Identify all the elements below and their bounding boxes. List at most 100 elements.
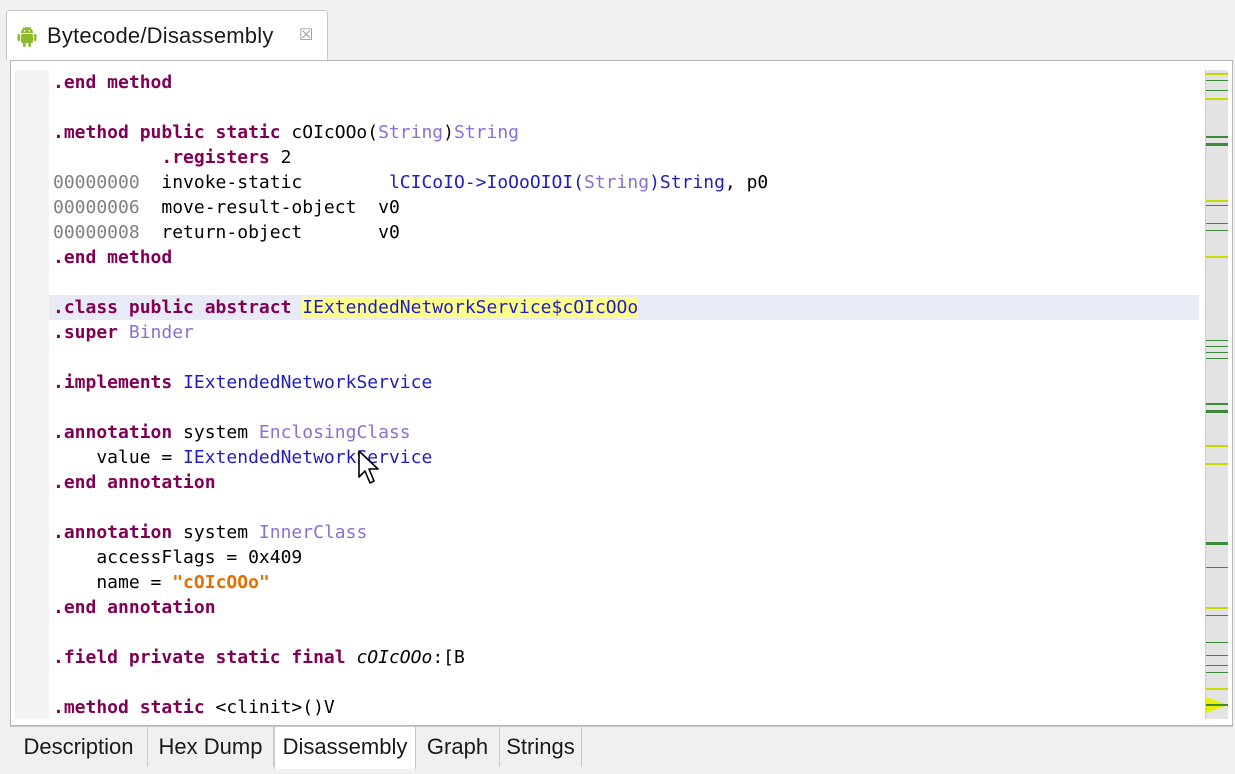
code-line: 00000006 move-result-object v0: [49, 195, 1199, 220]
code-line: .end annotation: [49, 595, 1199, 620]
method-signature: <clinit>()V: [204, 697, 335, 718]
field-type: :[B: [432, 647, 465, 668]
close-icon[interactable]: ☒: [299, 25, 313, 44]
tab-hex-dump[interactable]: Hex Dump: [148, 727, 274, 767]
bytecode-offset: 00000006: [53, 197, 140, 218]
code-line: .end annotation: [49, 470, 1199, 495]
instruction: return-object v0: [139, 222, 400, 243]
ruler-mark[interactable]: [1206, 542, 1228, 545]
string-literal: "cOIcOOo": [172, 572, 270, 593]
directive: .method public static: [53, 122, 281, 143]
directive: .class public abstract: [53, 297, 292, 318]
ruler-mark[interactable]: [1206, 205, 1228, 206]
type-ref[interactable]: EnclosingClass: [259, 422, 411, 443]
tab-disassembly[interactable]: Disassembly: [274, 727, 416, 769]
ruler-mark[interactable]: [1206, 403, 1228, 405]
method-ref[interactable]: lCICoIO->IoOoOIOI(: [389, 172, 584, 193]
editor-tab-bytecode-disassembly[interactable]: Bytecode/Disassembly ☒: [6, 10, 328, 60]
code-text: 2: [269, 147, 292, 168]
ruler-mark[interactable]: [1206, 410, 1228, 413]
type-ref[interactable]: String: [454, 122, 519, 143]
tab-graph[interactable]: Graph: [416, 727, 500, 767]
code-area[interactable]: .end method .method public static cOIcOO…: [49, 70, 1199, 719]
instruction: invoke-static: [139, 172, 389, 193]
code-line: .field private static final cOIcOOo:[B: [49, 645, 1199, 670]
ruler-mark[interactable]: [1206, 143, 1228, 146]
line-gutter: [15, 70, 49, 719]
type-ref[interactable]: String: [378, 122, 443, 143]
code-line: .method static <clinit>()V: [49, 695, 1199, 719]
disassembly-view[interactable]: .end method .method public static cOIcOO…: [10, 60, 1233, 726]
ruler-mark[interactable]: [1206, 463, 1228, 465]
directive: .end method: [53, 247, 173, 268]
ruler-mark[interactable]: [1206, 665, 1228, 666]
directive: .method static: [53, 697, 205, 718]
code-line: .annotation system InnerClass: [49, 520, 1199, 545]
directive: .annotation: [53, 522, 173, 543]
ruler-mark[interactable]: [1206, 567, 1228, 568]
android-icon: [17, 26, 37, 47]
code-line: .implements IExtendedNetworkService: [49, 370, 1199, 395]
overview-ruler[interactable]: [1205, 70, 1228, 719]
current-line: .class public abstract IExtendedNetworkS…: [49, 295, 1199, 320]
code-text: accessFlags = 0x409: [53, 547, 303, 568]
ruler-mark[interactable]: [1206, 607, 1228, 609]
code-line: 00000000 invoke-static lCICoIO->IoOoOIOI…: [49, 170, 1199, 195]
tab-strings[interactable]: Strings: [500, 727, 582, 767]
ruler-mark[interactable]: [1206, 352, 1228, 353]
ruler-mark[interactable]: [1206, 90, 1228, 91]
bytecode-offset: 00000000: [53, 172, 140, 193]
ruler-mark[interactable]: [1206, 340, 1228, 341]
ruler-mark[interactable]: [1206, 346, 1228, 347]
code-line: .end method: [49, 245, 1199, 270]
punctuation: ): [443, 122, 454, 143]
code-line: .registers 2: [49, 145, 1199, 170]
ruler-mark[interactable]: [1206, 223, 1228, 224]
ruler-mark[interactable]: [1206, 200, 1228, 202]
ruler-mark[interactable]: [1206, 358, 1228, 359]
method-name: cOIcOOo(: [280, 122, 379, 143]
tab-description[interactable]: Description: [10, 727, 148, 767]
ruler-mark[interactable]: [1206, 80, 1228, 81]
class-name-highlighted[interactable]: IExtendedNetworkService$cOIcOOo: [302, 297, 639, 318]
ruler-mark[interactable]: [1206, 98, 1228, 100]
ruler-mark[interactable]: [1206, 230, 1228, 231]
code-line: name = "cOIcOOo": [49, 570, 1199, 595]
directive: .super: [53, 322, 119, 343]
class-ref[interactable]: IExtendedNetworkService: [183, 372, 432, 393]
ruler-mark[interactable]: [1206, 688, 1228, 690]
directive: .implements: [53, 372, 173, 393]
type-ref[interactable]: Binder: [129, 322, 194, 343]
code-line: .super Binder: [49, 320, 1199, 345]
directive: .end annotation: [53, 472, 216, 493]
ruler-mark[interactable]: [1206, 672, 1228, 673]
code-text: system: [172, 422, 259, 443]
editor-tab-strip: Bytecode/Disassembly ☒: [0, 0, 1235, 60]
directive: .annotation: [53, 422, 173, 443]
code-text: name =: [53, 572, 173, 593]
class-ref[interactable]: IExtendedNetworkService: [183, 447, 432, 468]
editor-tab-title: Bytecode/Disassembly: [47, 23, 274, 48]
ruler-mark[interactable]: [1206, 655, 1228, 656]
code-line: .method public static cOIcOOo(String)Str…: [49, 120, 1199, 145]
view-tabs: Description Hex Dump Disassembly Graph S…: [10, 726, 1233, 769]
method-ref-return[interactable]: )String: [649, 172, 725, 193]
ruler-mark[interactable]: [1206, 256, 1228, 258]
type-ref[interactable]: InnerClass: [259, 522, 367, 543]
ruler-position-marker[interactable]: [1206, 697, 1228, 713]
ruler-mark[interactable]: [1206, 73, 1228, 75]
directive: .registers: [161, 147, 270, 168]
directive: .end method: [53, 72, 173, 93]
code-text: value =: [53, 447, 184, 468]
ruler-mark[interactable]: [1206, 642, 1228, 643]
ruler-mark[interactable]: [1206, 445, 1228, 447]
code-line: value = IExtendedNetworkService: [49, 445, 1199, 470]
ruler-mark[interactable]: [1206, 136, 1228, 138]
field-name[interactable]: cOIcOOo: [356, 647, 432, 668]
instruction: move-result-object v0: [139, 197, 400, 218]
ruler-mark[interactable]: [1206, 615, 1228, 616]
code-text: system: [172, 522, 259, 543]
type-ref[interactable]: String: [584, 172, 649, 193]
